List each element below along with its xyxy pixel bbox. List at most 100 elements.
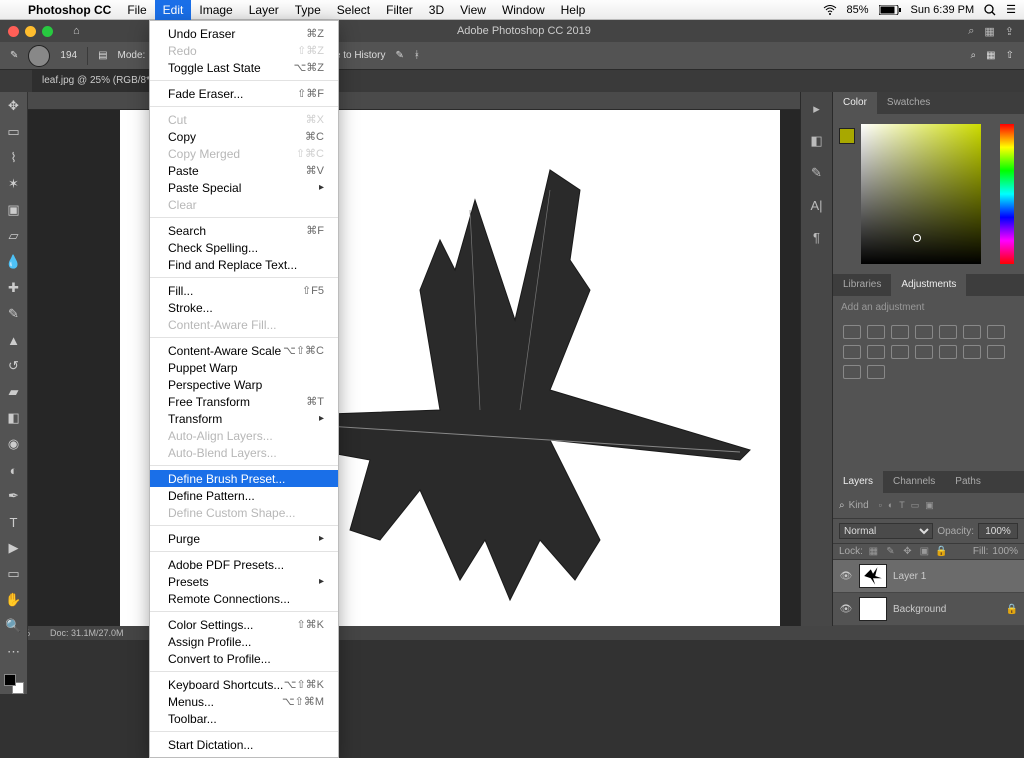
adj-gradient-map-icon[interactable]: [843, 365, 861, 379]
type-tool-icon[interactable]: T: [3, 512, 25, 532]
menu-item-content-aware-scale[interactable]: Content-Aware Scale⌥⇧⌘C: [150, 342, 338, 359]
doc-size[interactable]: Doc: 31.1M/27.0M: [50, 628, 124, 638]
visibility-icon[interactable]: 👁: [839, 571, 853, 582]
menu-item-convert-to-profile[interactable]: Convert to Profile...: [150, 650, 338, 667]
menu-item-presets[interactable]: Presets: [150, 573, 338, 590]
adj-brightness-icon[interactable]: [843, 325, 861, 339]
edit-toolbar-icon[interactable]: ⋯: [3, 642, 25, 662]
shape-tool-icon[interactable]: ▭: [3, 564, 25, 584]
adj-curves-icon[interactable]: [891, 325, 909, 339]
eraser-tool-icon[interactable]: ✎: [10, 50, 18, 61]
filter-smart-icon[interactable]: ▣: [925, 500, 934, 511]
filter-type-icon[interactable]: T: [899, 500, 905, 511]
history-panel-icon[interactable]: ◧: [808, 132, 826, 150]
adj-threshold-icon[interactable]: [987, 345, 1005, 359]
layer-row[interactable]: 👁Background🔒: [833, 593, 1024, 626]
visibility-icon[interactable]: 👁: [839, 604, 853, 615]
pen-tool-icon[interactable]: ✒: [3, 486, 25, 506]
doc-arrange-icon[interactable]: ▦: [986, 50, 995, 61]
menu-item-puppet-warp[interactable]: Puppet Warp: [150, 359, 338, 376]
menu-select[interactable]: Select: [329, 0, 378, 20]
menu-edit[interactable]: Edit: [155, 0, 192, 20]
move-tool-icon[interactable]: ✥: [3, 96, 25, 116]
adj-levels-icon[interactable]: [867, 325, 885, 339]
adj-exposure-icon[interactable]: [915, 325, 933, 339]
zoom-tool-icon[interactable]: 🔍: [3, 616, 25, 636]
menu-item-perspective-warp[interactable]: Perspective Warp: [150, 376, 338, 393]
frame-tool-icon[interactable]: ▱: [3, 226, 25, 246]
tab-swatches[interactable]: Swatches: [877, 92, 940, 114]
layer-row[interactable]: 👁Layer 1: [833, 560, 1024, 593]
share-doc-icon[interactable]: ⇧: [1006, 50, 1014, 61]
adj-invert-icon[interactable]: [939, 345, 957, 359]
app-name[interactable]: Photoshop CC: [20, 3, 119, 17]
path-select-tool-icon[interactable]: ▶: [3, 538, 25, 558]
color-field[interactable]: [861, 124, 981, 264]
menu-item-color-settings[interactable]: Color Settings...⇧⌘K: [150, 616, 338, 633]
adj-vibrance-icon[interactable]: [939, 325, 957, 339]
menu-item-copy[interactable]: Copy⌘C: [150, 128, 338, 145]
lock-pixels-icon[interactable]: ✎: [884, 546, 897, 557]
menu-help[interactable]: Help: [553, 0, 594, 20]
brush-tool-icon[interactable]: ✎: [3, 304, 25, 324]
menu-item-fill[interactable]: Fill...⇧F5: [150, 282, 338, 299]
menu-image[interactable]: Image: [191, 0, 240, 20]
stamp-tool-icon[interactable]: ▲: [3, 330, 25, 350]
lasso-tool-icon[interactable]: ⌇: [3, 148, 25, 168]
adj-selective-color-icon[interactable]: [867, 365, 885, 379]
menu-item-stroke[interactable]: Stroke...: [150, 299, 338, 316]
lock-all-icon[interactable]: 🔒: [935, 546, 948, 557]
healing-tool-icon[interactable]: ✚: [3, 278, 25, 298]
tab-layers[interactable]: Layers: [833, 471, 883, 493]
expand-panel-icon[interactable]: ▸: [808, 100, 826, 118]
blur-tool-icon[interactable]: ◉: [3, 434, 25, 454]
tab-adjustments[interactable]: Adjustments: [891, 274, 966, 296]
tab-paths[interactable]: Paths: [945, 471, 991, 493]
blend-mode-select[interactable]: Normal: [839, 523, 933, 539]
menu-item-paste-special[interactable]: Paste Special: [150, 179, 338, 196]
menu-item-adobe-pdf-presets[interactable]: Adobe PDF Presets...: [150, 556, 338, 573]
menu-item-toggle-last-state[interactable]: Toggle Last State⌥⌘Z: [150, 59, 338, 76]
gradient-tool-icon[interactable]: ◧: [3, 408, 25, 428]
menu-item-menus[interactable]: Menus...⌥⇧⌘M: [150, 693, 338, 710]
opacity-value[interactable]: 100%: [978, 523, 1018, 539]
brush-preset-picker[interactable]: [28, 45, 50, 67]
share-icon[interactable]: ⇪: [1005, 25, 1014, 38]
canvas-area[interactable]: [28, 92, 800, 626]
adj-hue-icon[interactable]: [963, 325, 981, 339]
filter-pixel-icon[interactable]: ▫: [879, 500, 882, 511]
adj-bw-icon[interactable]: [843, 345, 861, 359]
menu-item-purge[interactable]: Purge: [150, 530, 338, 547]
menu-item-find-and-replace-text[interactable]: Find and Replace Text...: [150, 256, 338, 273]
foreground-color-swatch[interactable]: [839, 128, 855, 144]
menu-item-fade-eraser[interactable]: Fade Eraser...⇧⌘F: [150, 85, 338, 102]
wifi-icon[interactable]: [823, 5, 837, 15]
spotlight-icon[interactable]: [984, 4, 996, 16]
close-window-icon[interactable]: [8, 26, 19, 37]
menu-window[interactable]: Window: [494, 0, 553, 20]
menu-item-define-brush-preset[interactable]: Define Brush Preset...: [150, 470, 338, 487]
menu-item-assign-profile[interactable]: Assign Profile...: [150, 633, 338, 650]
character-panel-icon[interactable]: A|: [808, 196, 826, 214]
menu-item-undo-eraser[interactable]: Undo Eraser⌘Z: [150, 25, 338, 42]
layer-thumbnail[interactable]: [859, 564, 887, 588]
lock-transparency-icon[interactable]: ▦: [867, 546, 880, 557]
tab-libraries[interactable]: Libraries: [833, 274, 891, 296]
adj-channel-mixer-icon[interactable]: [891, 345, 909, 359]
menu-item-transform[interactable]: Transform: [150, 410, 338, 427]
filter-adjust-icon[interactable]: ◐: [888, 500, 893, 511]
fg-bg-color[interactable]: [4, 674, 24, 694]
tab-color[interactable]: Color: [833, 92, 877, 114]
menu-item-check-spelling[interactable]: Check Spelling...: [150, 239, 338, 256]
lock-position-icon[interactable]: ✥: [901, 546, 914, 557]
menu-file[interactable]: File: [119, 0, 154, 20]
menu-type[interactable]: Type: [287, 0, 329, 20]
menu-item-remote-connections[interactable]: Remote Connections...: [150, 590, 338, 607]
menu-item-search[interactable]: Search⌘F: [150, 222, 338, 239]
history-brush-tool-icon[interactable]: ↺: [3, 356, 25, 376]
filter-shape-icon[interactable]: ▭: [911, 500, 920, 511]
menu-item-keyboard-shortcuts[interactable]: Keyboard Shortcuts...⌥⇧⌘K: [150, 676, 338, 693]
paragraph-panel-icon[interactable]: ¶: [808, 228, 826, 246]
menu-item-define-pattern[interactable]: Define Pattern...: [150, 487, 338, 504]
kind-filter-icon[interactable]: ⌕: [839, 500, 845, 511]
